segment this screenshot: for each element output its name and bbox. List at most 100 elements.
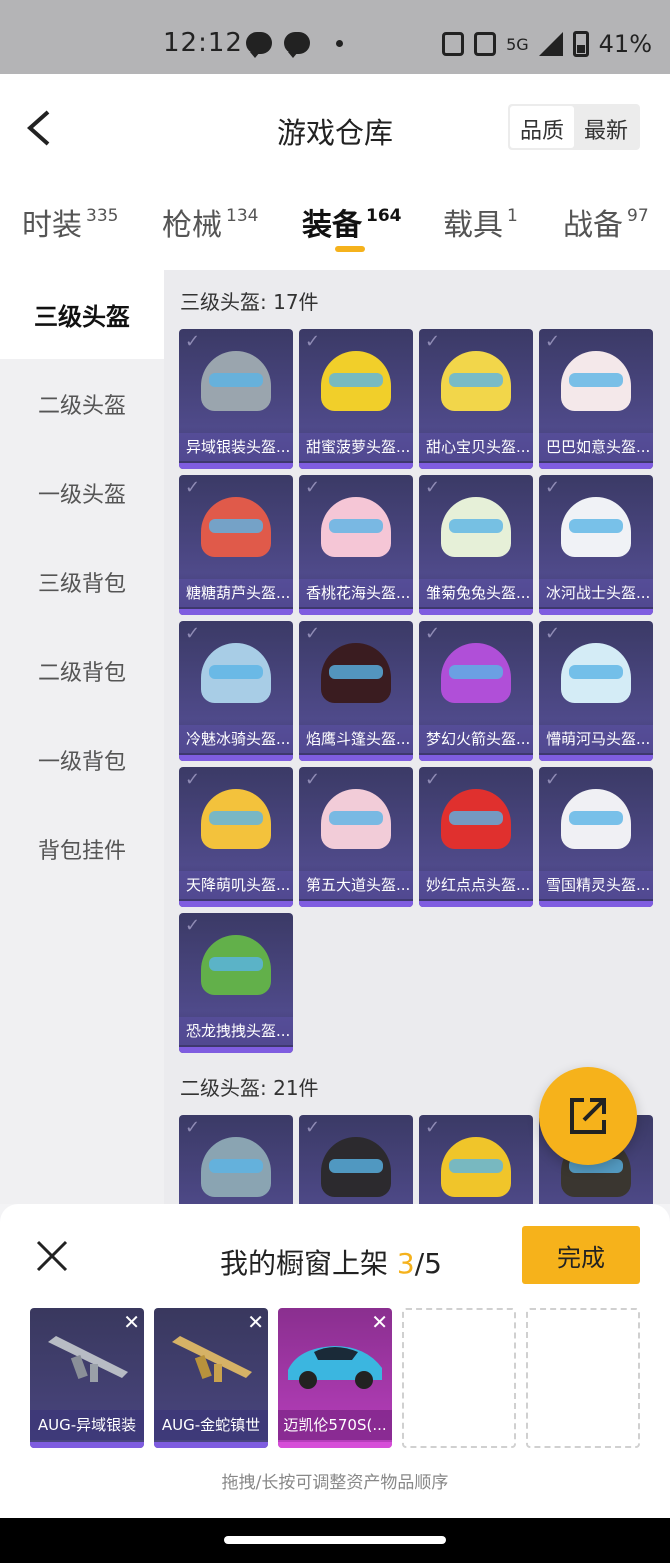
remove-icon[interactable]: ✕	[371, 1310, 388, 1334]
item-name: 甜蜜菠萝头盔...	[299, 433, 413, 461]
sidebar-item-level3-helmet[interactable]: 三级头盔	[0, 270, 164, 359]
item-card[interactable]: ✓ 懵萌河马头盔...	[539, 621, 653, 761]
showcase-empty-slot[interactable]	[402, 1308, 516, 1448]
item-card[interactable]: ✓ 冷魅冰骑头盔...	[179, 621, 293, 761]
showcase-slot-name: AUG-金蛇镇世	[154, 1410, 268, 1440]
item-name: 第五大道头盔...	[299, 871, 413, 899]
item-card[interactable]: ✓ 甜心宝贝头盔...	[419, 329, 533, 469]
sidebar-item-level1-helmet[interactable]: 一级头盔	[0, 448, 164, 537]
status-bar: 12:12 5G 41%	[0, 0, 670, 74]
helmet-icon	[201, 789, 271, 849]
checkmark-icon: ✓	[185, 1117, 201, 1138]
showcase-slot[interactable]: ✕ AUG-金蛇镇世	[154, 1308, 268, 1448]
showcase-count-total: /5	[414, 1247, 442, 1280]
checkmark-icon: ✓	[185, 769, 201, 790]
close-icon[interactable]	[34, 1238, 70, 1274]
item-name: 雪国精灵头盔...	[539, 871, 653, 899]
item-name: 冰河战士头盔...	[539, 579, 653, 607]
item-card[interactable]: ✓ 冰河战士头盔...	[539, 475, 653, 615]
item-name: 天降萌叽头盔...	[179, 871, 293, 899]
sidebar-item-backpack-charm[interactable]: 背包挂件	[0, 804, 164, 893]
tab-vehicles[interactable]: 载具 1	[443, 200, 518, 244]
checkmark-icon: ✓	[545, 769, 561, 790]
remove-icon[interactable]: ✕	[247, 1310, 264, 1334]
signal-icon	[538, 32, 563, 56]
helmet-icon	[201, 351, 271, 411]
helmet-icon	[321, 1137, 391, 1197]
tab-gear[interactable]: 战备 97	[563, 200, 649, 244]
helmet-icon	[561, 351, 631, 411]
wechat-icon	[246, 32, 272, 58]
item-name: 甜心宝贝头盔...	[419, 433, 533, 461]
item-card[interactable]: ✓ 妙红点点头盔...	[419, 767, 533, 907]
showcase-empty-slot[interactable]	[526, 1308, 640, 1448]
checkmark-icon: ✓	[545, 623, 561, 644]
helmet-icon	[201, 643, 271, 703]
helmet-icon	[441, 1137, 511, 1197]
status-time: 12:12	[163, 28, 243, 58]
tab-fashion[interactable]: 时装 335	[22, 200, 118, 244]
showcase-title: 我的橱窗上架 3/5	[220, 1247, 442, 1280]
reorder-hint: 拖拽/长按可调整资产物品顺序	[221, 1473, 449, 1493]
category-tabs: 时装 335 枪械 134 装备 164 载具 1 战备 97	[0, 180, 670, 270]
checkmark-icon: ✓	[305, 623, 321, 644]
checkmark-icon: ✓	[425, 623, 441, 644]
helmet-icon	[321, 643, 391, 703]
item-card[interactable]: ✓	[179, 1115, 293, 1204]
sidebar-item-level2-backpack[interactable]: 二级背包	[0, 626, 164, 715]
item-card[interactable]: ✓ 糖糖葫芦头盔...	[179, 475, 293, 615]
item-card[interactable]: ✓	[419, 1115, 533, 1204]
checkmark-icon: ✓	[425, 477, 441, 498]
sort-toggle[interactable]: 品质 最新	[507, 104, 640, 150]
showcase-slot-name: 迈凯伦570S(...	[278, 1410, 392, 1440]
item-grid[interactable]: 三级头盔: 17件 二级头盔: 21件 ✓ 异域银装头盔... ✓ 甜蜜菠萝头盔...…	[164, 270, 670, 1204]
section-title-level2: 二级头盔: 21件	[180, 1076, 319, 1100]
showcase-slot[interactable]: ✕ 迈凯伦570S(...	[278, 1308, 392, 1448]
helmet-icon	[201, 1137, 271, 1197]
item-card[interactable]: ✓ 雪国精灵头盔...	[539, 767, 653, 907]
item-card[interactable]: ✓ 恐龙拽拽头盔...	[179, 913, 293, 1053]
item-card[interactable]: ✓	[299, 1115, 413, 1204]
checkmark-icon: ✓	[425, 769, 441, 790]
item-card[interactable]: ✓ 甜蜜菠萝头盔...	[299, 329, 413, 469]
share-button[interactable]	[539, 1067, 637, 1165]
helmet-icon	[441, 643, 511, 703]
active-tab-indicator	[335, 246, 365, 252]
showcase-slot[interactable]: ✕ AUG-异域银装	[30, 1308, 144, 1448]
item-card[interactable]: ✓ 焰鹰斗篷头盔...	[299, 621, 413, 761]
section-title-level3: 三级头盔: 17件	[180, 290, 319, 314]
item-name: 懵萌河马头盔...	[539, 725, 653, 753]
showcase-sheet: 我的橱窗上架 3/5 完成 ✕ AUG-异域银装 ✕ AUG-金蛇镇世 ✕ 迈凯…	[0, 1204, 670, 1518]
sim-icon	[474, 32, 497, 56]
sidebar-item-level2-helmet[interactable]: 二级头盔	[0, 359, 164, 448]
helmet-icon	[561, 789, 631, 849]
network-label: 5G	[506, 34, 529, 54]
home-gesture-bar[interactable]	[224, 1536, 446, 1544]
item-card[interactable]: ✓ 梦幻火箭头盔...	[419, 621, 533, 761]
tab-weapons[interactable]: 枪械 134	[162, 200, 258, 244]
item-name: 冷魅冰骑头盔...	[179, 725, 293, 753]
checkmark-icon: ✓	[185, 477, 201, 498]
sidebar-item-level3-backpack[interactable]: 三级背包	[0, 537, 164, 626]
remove-icon[interactable]: ✕	[123, 1310, 140, 1334]
item-card[interactable]: ✓ 巴巴如意头盔...	[539, 329, 653, 469]
sort-quality-option[interactable]: 品质	[509, 106, 574, 148]
done-button[interactable]: 完成	[522, 1226, 640, 1284]
item-card[interactable]: ✓ 第五大道头盔...	[299, 767, 413, 907]
checkmark-icon: ✓	[305, 769, 321, 790]
item-name: 雏菊兔兔头盔...	[419, 579, 533, 607]
tab-equipment[interactable]: 装备 164	[302, 200, 402, 244]
checkmark-icon: ✓	[185, 623, 201, 644]
helmet-icon	[441, 351, 511, 411]
item-card[interactable]: ✓ 香桃花海头盔...	[299, 475, 413, 615]
external-link-icon	[570, 1098, 606, 1134]
checkmark-icon: ✓	[185, 331, 201, 352]
helmet-icon	[201, 497, 271, 557]
item-name: 焰鹰斗篷头盔...	[299, 725, 413, 753]
item-card[interactable]: ✓ 异域银装头盔...	[179, 329, 293, 469]
item-card[interactable]: ✓ 天降萌叽头盔...	[179, 767, 293, 907]
item-card[interactable]: ✓ 雏菊兔兔头盔...	[419, 475, 533, 615]
checkmark-icon: ✓	[545, 477, 561, 498]
sort-latest-option[interactable]: 最新	[574, 106, 638, 148]
sidebar-item-level1-backpack[interactable]: 一级背包	[0, 715, 164, 804]
